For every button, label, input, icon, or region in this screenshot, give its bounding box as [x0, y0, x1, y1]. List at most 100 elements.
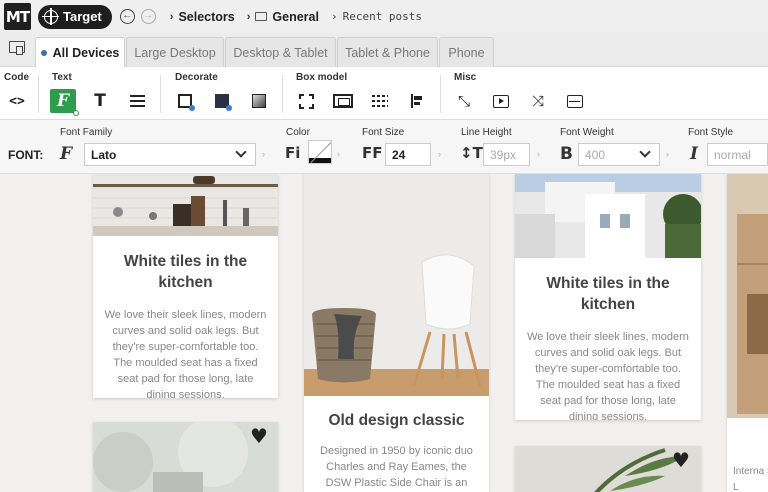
post-card[interactable]: White tiles in the kitchen We love their…: [93, 174, 278, 398]
card-text: Designed in 1950 by iconic duo Charles a…: [320, 445, 473, 489]
line-height-label: Line Height: [461, 127, 512, 138]
tab-tablet-phone[interactable]: Tablet & Phone: [337, 37, 438, 67]
margin-button[interactable]: [367, 89, 393, 113]
architecture-image: [515, 174, 701, 258]
target-label: Target: [63, 9, 102, 24]
font-button[interactable]: F: [50, 89, 79, 116]
code-brackets-icon: <>: [9, 93, 25, 109]
chair-image: [304, 174, 489, 396]
card-text: Interna St. L: [733, 466, 768, 492]
animation-button[interactable]: [488, 89, 514, 113]
tab-phone[interactable]: Phone: [439, 37, 494, 67]
shrink-arrows-icon: ⤡: [457, 92, 470, 110]
forward-arrow-icon[interactable]: →: [140, 9, 156, 24]
border-square-icon: [178, 94, 195, 111]
interior-image: [727, 174, 768, 418]
align-lines-icon: [129, 95, 145, 107]
background-fill-icon: [215, 94, 232, 111]
tab-all-devices[interactable]: All Devices: [35, 37, 125, 68]
align-left-bars-icon: [411, 94, 423, 108]
responsive-devices-icon[interactable]: [9, 41, 25, 55]
size-button[interactable]: [293, 89, 319, 113]
top-bar: MT Target ← → › Selectors › General › Re…: [0, 0, 768, 33]
preview-canvas: White tiles in the kitchen We love their…: [0, 174, 768, 492]
corners-icon: [298, 93, 314, 109]
font-f-icon: F: [56, 91, 70, 111]
tab-large-desktop[interactable]: Large Desktop: [126, 37, 224, 67]
padding-button[interactable]: [330, 89, 356, 113]
chevron-right-icon: ›: [169, 10, 174, 23]
inbox-icon: [567, 94, 583, 108]
text-button[interactable]: T: [87, 89, 113, 113]
position-button[interactable]: [404, 89, 430, 113]
text-t-icon: T: [94, 91, 106, 111]
active-dot-icon: [40, 50, 47, 56]
font-properties-bar: FONT: Font Family F Lato › Color Fi › Fo…: [0, 120, 768, 174]
background-button[interactable]: [209, 89, 235, 113]
crosshair-icon: [42, 7, 59, 25]
card-title: White tiles in the kitchen: [546, 275, 670, 313]
font-section-label: FONT:: [8, 148, 44, 162]
device-tabs-row: All Devices Large Desktop Desktop & Tabl…: [0, 33, 768, 68]
group-label-box-model: Box model: [296, 72, 348, 83]
group-label-decorate: Decorate: [175, 72, 218, 83]
extra-button[interactable]: [562, 89, 588, 113]
folder-icon: [255, 12, 268, 21]
target-button[interactable]: Target: [38, 4, 112, 29]
paragraph-button[interactable]: [124, 89, 150, 113]
breadcrumb-general[interactable]: › General: [247, 10, 319, 24]
line-height-input[interactable]: 39px: [483, 143, 530, 166]
code-button[interactable]: <>: [4, 89, 30, 113]
box-model-icon: [333, 94, 353, 108]
group-label-code: Code: [4, 72, 29, 83]
chevron-down-icon: [235, 146, 247, 158]
font-size-icon: FF: [362, 144, 383, 162]
heart-icon[interactable]: ♥: [250, 424, 268, 448]
style-toolbar: Code <> Text F T Decorate Box model Misc…: [0, 67, 768, 120]
chevron-right-icon: ›: [246, 10, 251, 23]
heart-icon[interactable]: ♥: [672, 448, 690, 472]
post-card[interactable]: Interna St. L: [727, 174, 768, 492]
color-label: Color: [286, 127, 310, 138]
card-text: We love their sleek lines, modern curves…: [527, 331, 689, 420]
post-card[interactable]: White tiles in the kitchen We love their…: [515, 174, 701, 420]
back-arrow-icon[interactable]: ←: [119, 9, 135, 24]
post-card[interactable]: ♥: [93, 422, 278, 492]
breadcrumb-recent-posts[interactable]: › Recent posts: [331, 10, 422, 23]
font-style-select[interactable]: normal: [707, 143, 768, 166]
font-family-icon: F: [60, 144, 73, 164]
gradient-icon: [252, 94, 266, 108]
gradient-button[interactable]: [246, 89, 272, 113]
post-card[interactable]: Old design classic Designed in 1950 by i…: [304, 174, 489, 492]
play-icon: [493, 94, 509, 108]
post-card[interactable]: ♥: [515, 446, 701, 492]
chevron-right-icon: ›: [330, 10, 338, 23]
dashed-lines-icon: [372, 95, 388, 107]
app-logo: MT: [4, 3, 31, 30]
group-label-misc: Misc: [454, 72, 477, 83]
font-color-icon: Fi: [285, 144, 301, 162]
shuffle-icon: ⤨: [531, 92, 544, 110]
font-style-italic-icon: I: [690, 144, 698, 164]
group-label-text: Text: [52, 72, 72, 83]
card-title: White tiles in the kitchen: [123, 253, 248, 291]
kitchen-image: [93, 174, 278, 236]
chevron-down-icon: [639, 146, 651, 158]
font-weight-select[interactable]: 400: [578, 143, 660, 166]
font-color-swatch[interactable]: [308, 140, 332, 164]
font-style-label: Font Style: [688, 127, 734, 138]
breadcrumb-selectors[interactable]: › Selectors: [170, 10, 235, 24]
font-family-label: Font Family: [60, 127, 113, 138]
font-family-select[interactable]: Lato: [84, 143, 256, 166]
collapse-button[interactable]: ⤡: [451, 89, 477, 113]
border-button[interactable]: [172, 89, 198, 113]
font-size-input[interactable]: 24: [385, 143, 431, 166]
card-text: We love their sleek lines, modern curves…: [104, 309, 267, 398]
font-size-label: Font Size: [362, 127, 405, 138]
line-height-icon: ↕T: [460, 144, 483, 162]
font-weight-label: Font Weight: [560, 127, 614, 138]
tab-desktop-tablet[interactable]: Desktop & Tablet: [225, 37, 336, 67]
card-title: Old design classic: [328, 412, 465, 429]
font-weight-icon: B: [560, 144, 573, 164]
transition-button[interactable]: ⤨: [525, 89, 551, 113]
